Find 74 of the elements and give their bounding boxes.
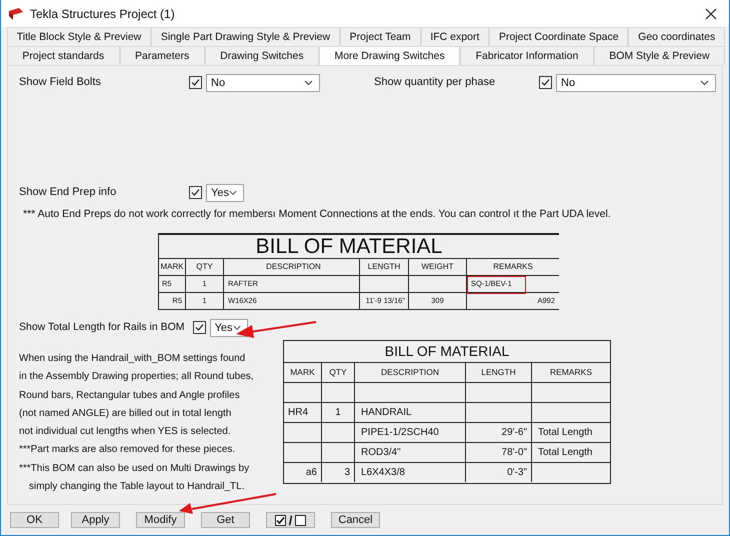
tab[interactable]: Fabricator Information: [460, 46, 594, 65]
table-cell: a6: [306, 467, 317, 478]
table-cell: PIPE1-1/2SCH40: [361, 427, 439, 438]
table-cell: Total Length: [538, 427, 592, 438]
checkbox[interactable]: [189, 76, 202, 89]
checkbox[interactable]: [189, 186, 202, 199]
dialog-button[interactable]: OK: [10, 512, 59, 528]
explanation-text: in the Assembly Drawing properties; all Round tubes,: [19, 370, 254, 384]
tab[interactable]: Parameters: [120, 46, 205, 65]
setting-label: Show Total Length for Rails in BOM: [19, 320, 185, 335]
table-cell: 29'-6": [502, 427, 527, 438]
tab[interactable]: IFC export: [420, 27, 490, 46]
dropdown[interactable]: Yes: [206, 184, 244, 202]
table-cell: 78'-0": [502, 447, 527, 458]
tab[interactable]: Drawing Switches: [204, 46, 320, 65]
table-cell: ROD3/4": [361, 447, 401, 458]
column-header: QTY: [322, 363, 355, 382]
dialog-button[interactable]: Get: [201, 512, 250, 528]
table-cell: Total Length: [538, 447, 592, 458]
dropdown[interactable]: No: [206, 74, 320, 92]
checkbox[interactable]: [192, 321, 206, 334]
table-cell: 3: [344, 467, 350, 478]
tab[interactable]: Project standards: [7, 46, 120, 65]
explanation-text: When using the Handrail_with_BOM settings found: [19, 352, 246, 366]
column-header: LENGTH: [360, 259, 409, 275]
explanation-text: ***This BOM can also be used on Multi Drawings by: [19, 462, 250, 476]
caret-icon: [304, 80, 313, 86]
tab[interactable]: Project Team: [340, 27, 421, 46]
explanation-text: not individual cut lengths when YES is selected.: [19, 425, 231, 440]
dialog-button[interactable]: Apply: [71, 512, 120, 528]
dropdown[interactable]: Yes: [210, 319, 248, 337]
tab[interactable]: Project Coordinate Space: [489, 27, 628, 46]
note-text: *** Auto End Preps do not work correctly for membersı Moment Connections at the ends. You can control ıt the Part UDA level.: [23, 208, 612, 220]
column-header: MARK: [159, 259, 186, 275]
explanation-text: Round bars, Rectangular tubes and Angle profiles: [19, 388, 240, 403]
table-cell: 1: [335, 407, 341, 418]
setting-label: Show quantity per phase: [374, 75, 496, 90]
table-cell: L6X4X3/8: [361, 467, 405, 478]
column-header: WEIGHT: [409, 259, 467, 275]
dialog-button[interactable]: Modify: [136, 512, 185, 528]
explanation-text: simply changing the Table layout to Handrail_TL.: [29, 480, 244, 494]
tab[interactable]: Title Block Style & Preview: [7, 27, 152, 46]
tab[interactable]: Geo coordinates: [628, 27, 726, 46]
checkbox[interactable]: [539, 76, 552, 89]
table-cell: HR4: [288, 407, 308, 418]
explanation-text: (not named ANGLE) are billed out in total length: [19, 406, 232, 421]
column-header: QTY: [186, 259, 224, 275]
column-header: REMARKS: [492, 261, 534, 273]
setting-label: Show End Prep info: [19, 185, 118, 200]
column-header: DESCRIPTION: [355, 363, 466, 382]
tab[interactable]: More Drawing Switches: [319, 46, 460, 65]
setting-label: Show Field Bolts: [19, 75, 102, 90]
app-logo-icon: [8, 6, 24, 20]
column-header: LENGTH: [466, 363, 532, 382]
tab[interactable]: BOM Style & Preview: [594, 46, 725, 65]
table-cell: HANDRAIL: [361, 407, 412, 418]
table-title: BILL OF MATERIAL: [284, 341, 610, 363]
close-icon[interactable]: [705, 8, 717, 20]
checked-box-icon: [274, 514, 286, 526]
caret-icon: [700, 80, 709, 86]
column-header: REMARKS: [548, 366, 594, 379]
caret-icon: [232, 325, 241, 331]
dropdown[interactable]: No: [556, 74, 716, 92]
tab[interactable]: Single Part Drawing Style & Preview: [151, 27, 340, 46]
table-cell: 0'-3": [507, 467, 527, 478]
check-toggle-button[interactable]: /: [266, 512, 315, 528]
column-header: MARK: [284, 363, 322, 382]
column-header: DESCRIPTION: [224, 259, 360, 275]
dialog-button[interactable]: Cancel: [331, 512, 380, 528]
window-title: Tekla Structures Project (1): [30, 6, 176, 20]
empty-box-icon: [295, 514, 306, 526]
explanation-text: ***Part marks are also removed for these pieces.: [19, 443, 236, 458]
table-title: BILL OF MATERIAL: [159, 235, 559, 259]
caret-icon: [228, 190, 237, 196]
